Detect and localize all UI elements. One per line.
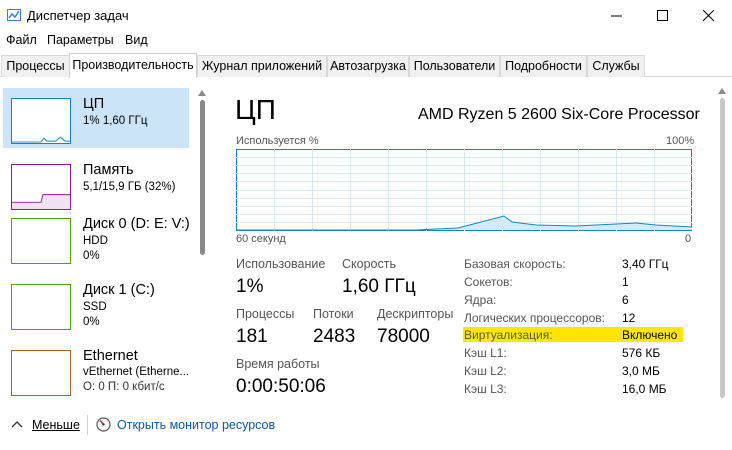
speed-value: 1,60 ГГц [342,276,416,297]
processes-label: Процессы [236,307,295,321]
sidebar-ethernet-value: О: 0 П: 0 кбит/с [83,381,165,393]
sidebar-scrollbar[interactable] [200,100,205,255]
minimize-icon [611,15,622,17]
maximize-icon [657,10,668,21]
cpu-mini-graph [11,98,71,144]
uptime-value: 0:00:50:06 [236,376,326,397]
menu-view[interactable]: Вид [125,33,148,47]
spec-label-logical-processors: Логических процессоров: [464,311,605,325]
spec-label-base-speed: Базовая скорость: [464,257,566,271]
spec-value-l1-cache: 576 КБ [622,346,661,360]
graph-label: Используется % [236,135,319,147]
tab-details[interactable]: Подробности [500,55,587,77]
spec-value-logical-processors: 12 [622,311,636,325]
spec-label-l1-cache: Кэш L1: [464,346,507,360]
page-title: ЦП [235,94,276,125]
maximize-button[interactable] [640,0,686,32]
spec-value-l2-cache: 3,0 МБ [622,364,660,378]
sidebar-disk1-title: Диск 1 (C:) [83,282,155,298]
open-resource-monitor-link[interactable]: Открыть монитор ресурсов [117,418,275,432]
graph-time-label: 60 секунд [236,233,286,245]
spec-value-cores: 6 [622,293,629,307]
task-manager-icon [7,9,21,21]
menu-file[interactable]: Файл [6,33,37,47]
spec-label-virtualization: Виртуализация: [464,328,553,342]
title-bar: Диспетчер задач [0,0,732,32]
sidebar-item-disk1[interactable]: Диск 1 (C:) SSD 0% [3,274,189,334]
fewer-details-button[interactable]: Меньше [32,418,80,432]
sidebar-ethernet-adapter: vEthernet (Etherne... [83,366,190,378]
uptime-label: Время работы [236,357,320,371]
panel-scroll-up-icon[interactable] [718,88,726,94]
close-icon [703,10,715,22]
spec-label-l2-cache: Кэш L2: [464,364,507,378]
sidebar-disk1-type: SSD [83,301,107,313]
usage-label: Использование [236,257,326,271]
sidebar-memory-value: 5,1/15,9 ГБ (32%) [83,181,176,193]
spec-value-base-speed: 3,40 ГГц [622,257,669,271]
processes-value: 181 [236,326,268,347]
handles-value: 78000 [377,326,430,347]
close-button[interactable] [686,0,732,32]
processor-model: AMD Ryzen 5 2600 Six-Core Processor [418,106,700,123]
spec-value-sockets: 1 [622,275,629,289]
spec-label-cores: Ядра: [464,293,497,307]
tab-startup[interactable]: Автозагрузка [327,55,409,77]
menu-options[interactable]: Параметры [47,33,114,47]
spec-value-virtualization: Включено [622,328,678,342]
sidebar-cpu-value: 1% 1,60 ГГц [83,115,148,127]
tab-services[interactable]: Службы [587,55,645,77]
tab-app-history[interactable]: Журнал приложений [197,55,327,77]
sidebar-item-disk0[interactable]: Диск 0 (D: E: V:) HDD 0% [3,208,190,268]
sidebar-disk0-title: Диск 0 (D: E: V:) [83,216,190,232]
sidebar-disk1-value: 0% [83,316,100,328]
chevron-up-icon[interactable] [11,419,23,429]
ethernet-mini-graph [11,350,71,396]
sidebar-disk0-type: HDD [83,235,108,247]
sidebar-scroll-up-icon[interactable] [198,90,206,96]
graph-min-label: 0 [685,233,692,245]
memory-mini-graph [11,164,71,210]
minimize-button[interactable] [594,0,640,32]
panel-scrollbar[interactable] [720,98,725,398]
disk1-mini-graph [11,284,71,330]
usage-value: 1% [236,276,264,297]
tab-performance[interactable]: Производительность [69,53,197,78]
tab-processes[interactable]: Процессы [1,55,70,77]
sidebar-ethernet-title: Ethernet [83,348,138,364]
sidebar-item-memory[interactable]: Память 5,1/15,9 ГБ (32%) [3,154,189,214]
tab-users[interactable]: Пользователи [409,55,500,77]
graph-max-label: 100% [666,135,695,147]
speed-label: Скорость [342,257,396,271]
disk0-mini-graph [11,218,71,264]
sidebar-item-ethernet[interactable]: Ethernet vEthernet (Etherne... О: 0 П: 0… [3,340,189,402]
resource-monitor-icon[interactable] [96,417,111,432]
sidebar-memory-title: Память [83,162,134,178]
spec-label-l3-cache: Кэш L3: [464,382,507,396]
spec-label-sockets: Сокетов: [464,275,513,289]
window-title: Диспетчер задач [27,8,129,23]
sidebar-item-cpu[interactable]: ЦП 1% 1,60 ГГц [3,88,189,148]
cpu-usage-graph [236,149,692,231]
threads-label: Потоки [313,307,354,321]
footer-divider [87,415,88,435]
sidebar-cpu-title: ЦП [83,96,105,112]
threads-value: 2483 [313,326,356,347]
handles-label: Дескрипторы [377,307,454,321]
spec-value-l3-cache: 16,0 МБ [622,382,667,396]
sidebar-disk0-value: 0% [83,250,100,262]
